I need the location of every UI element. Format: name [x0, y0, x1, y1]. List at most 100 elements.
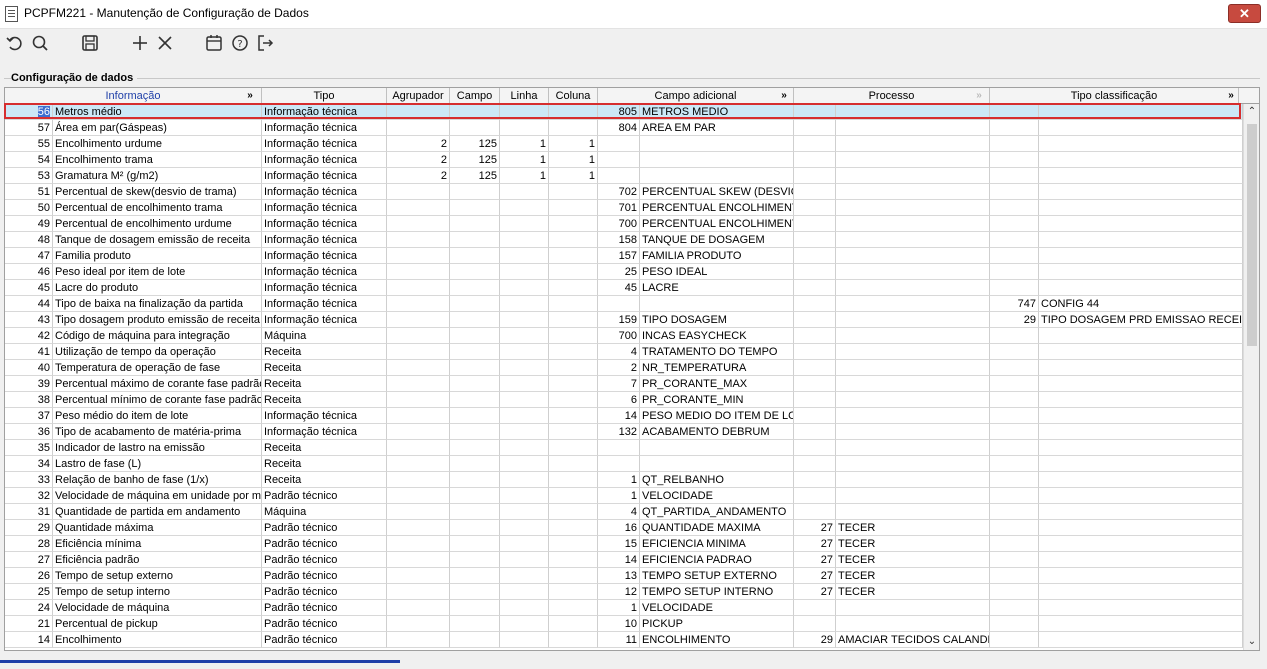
cell-processo-desc[interactable]: TECER — [836, 520, 990, 536]
cell-processo-code[interactable] — [794, 376, 836, 392]
cell-linha[interactable] — [500, 632, 549, 648]
cell-campo[interactable] — [450, 408, 500, 424]
cell-campo-adicional-code[interactable]: 16 — [598, 520, 640, 536]
cell-linha[interactable] — [500, 248, 549, 264]
cell-coluna[interactable]: 1 — [549, 168, 598, 184]
table-row[interactable]: 55 Encolhimento urdume Informação técnica 2… — [5, 136, 1243, 152]
refresh-icon[interactable] — [4, 32, 26, 54]
cell-tipo-classificacao-code[interactable] — [990, 152, 1039, 168]
cell-tipo[interactable]: Informação técnica — [262, 264, 387, 280]
cell-id[interactable]: 29 — [5, 520, 53, 536]
cell-tipo-classificacao-desc[interactable] — [1039, 104, 1243, 120]
cell-campo[interactable] — [450, 232, 500, 248]
table-row[interactable]: 37 Peso médio do item de lote Informação t… — [5, 408, 1243, 424]
cell-processo-code[interactable] — [794, 616, 836, 632]
header-agrupador[interactable]: Agrupador — [387, 88, 450, 103]
cell-coluna[interactable] — [549, 120, 598, 136]
cell-campo-adicional-code[interactable]: 1 — [598, 488, 640, 504]
cell-agrupador[interactable]: 2 — [387, 152, 450, 168]
cell-processo-desc[interactable]: TECER — [836, 584, 990, 600]
cell-campo[interactable] — [450, 328, 500, 344]
cell-agrupador[interactable] — [387, 520, 450, 536]
cell-agrupador[interactable] — [387, 200, 450, 216]
cell-processo-code[interactable] — [794, 312, 836, 328]
cell-campo-adicional-code[interactable]: 1 — [598, 600, 640, 616]
cell-campo-adicional-desc[interactable]: QT_PARTIDA_ANDAMENTO — [640, 504, 794, 520]
cell-id[interactable]: 32 — [5, 488, 53, 504]
cell-linha[interactable]: 1 — [500, 168, 549, 184]
cell-campo[interactable] — [450, 568, 500, 584]
cell-informacao[interactable]: Encolhimento — [53, 632, 262, 648]
cell-tipo-classificacao-desc[interactable] — [1039, 248, 1243, 264]
cell-processo-desc[interactable] — [836, 168, 990, 184]
cell-processo-code[interactable] — [794, 232, 836, 248]
cell-tipo-classificacao-desc[interactable] — [1039, 328, 1243, 344]
cell-id[interactable]: 55 — [5, 136, 53, 152]
cell-agrupador[interactable] — [387, 424, 450, 440]
cell-id[interactable]: 24 — [5, 600, 53, 616]
cell-campo-adicional-desc[interactable]: EFICIENCIA MINIMA — [640, 536, 794, 552]
cell-campo-adicional-code[interactable]: 45 — [598, 280, 640, 296]
cell-tipo-classificacao-desc[interactable] — [1039, 200, 1243, 216]
cell-processo-desc[interactable] — [836, 376, 990, 392]
cell-campo[interactable]: 125 — [450, 168, 500, 184]
vertical-scrollbar[interactable]: ⌃ ⌄ — [1243, 104, 1259, 650]
cell-agrupador[interactable] — [387, 344, 450, 360]
cell-tipo-classificacao-desc[interactable] — [1039, 184, 1243, 200]
cell-processo-desc[interactable] — [836, 344, 990, 360]
cell-processo-desc[interactable] — [836, 360, 990, 376]
cell-campo-adicional-desc[interactable]: INCAS EASYCHECK — [640, 328, 794, 344]
cell-processo-desc[interactable] — [836, 280, 990, 296]
cell-campo-adicional-desc[interactable]: PR_CORANTE_MIN — [640, 392, 794, 408]
cell-informacao[interactable]: Velocidade de máquina em unidade por min — [53, 488, 262, 504]
cell-campo[interactable] — [450, 376, 500, 392]
cell-campo-adicional-desc[interactable]: FAMILIA PRODUTO — [640, 248, 794, 264]
table-row[interactable]: 27 Eficiência padrão Padrão técnico 14 EFICI… — [5, 552, 1243, 568]
scroll-thumb[interactable] — [1247, 124, 1257, 346]
table-row[interactable]: 54 Encolhimento trama Informação técnica 2 1… — [5, 152, 1243, 168]
cell-agrupador[interactable] — [387, 456, 450, 472]
cell-tipo[interactable]: Informação técnica — [262, 120, 387, 136]
cell-agrupador[interactable] — [387, 408, 450, 424]
cell-informacao[interactable]: Relação de banho de fase (1/x) — [53, 472, 262, 488]
cell-tipo-classificacao-desc[interactable] — [1039, 568, 1243, 584]
header-campo[interactable]: Campo — [450, 88, 500, 103]
table-row[interactable]: 26 Tempo de setup externo Padrão técnico 13… — [5, 568, 1243, 584]
cell-tipo-classificacao-desc[interactable] — [1039, 584, 1243, 600]
cell-agrupador[interactable] — [387, 280, 450, 296]
cell-coluna[interactable] — [549, 232, 598, 248]
cell-informacao[interactable]: Lastro de fase (L) — [53, 456, 262, 472]
cell-tipo-classificacao-desc[interactable] — [1039, 152, 1243, 168]
cell-linha[interactable] — [500, 520, 549, 536]
cell-tipo-classificacao-code[interactable] — [990, 584, 1039, 600]
cell-campo[interactable] — [450, 520, 500, 536]
cell-linha[interactable] — [500, 408, 549, 424]
cell-campo[interactable] — [450, 536, 500, 552]
cell-tipo-classificacao-code[interactable] — [990, 616, 1039, 632]
cell-campo-adicional-code[interactable]: 132 — [598, 424, 640, 440]
cell-processo-desc[interactable] — [836, 104, 990, 120]
cell-informacao[interactable]: Temperatura de operação de fase — [53, 360, 262, 376]
cell-id[interactable]: 45 — [5, 280, 53, 296]
cell-processo-code[interactable] — [794, 136, 836, 152]
cell-processo-desc[interactable] — [836, 200, 990, 216]
table-row[interactable]: 31 Quantidade de partida em andamento Máqu… — [5, 504, 1243, 520]
cell-agrupador[interactable] — [387, 504, 450, 520]
cell-campo-adicional-code[interactable] — [598, 296, 640, 312]
cell-informacao[interactable]: Quantidade máxima — [53, 520, 262, 536]
cell-agrupador[interactable] — [387, 296, 450, 312]
cell-tipo-classificacao-code[interactable] — [990, 376, 1039, 392]
cell-agrupador[interactable] — [387, 584, 450, 600]
cell-campo[interactable] — [450, 504, 500, 520]
cell-id[interactable]: 54 — [5, 152, 53, 168]
cell-id[interactable]: 21 — [5, 616, 53, 632]
cell-id[interactable]: 33 — [5, 472, 53, 488]
cell-processo-code[interactable] — [794, 488, 836, 504]
cell-processo-code[interactable] — [794, 248, 836, 264]
cell-tipo-classificacao-code[interactable] — [990, 504, 1039, 520]
cell-id[interactable]: 25 — [5, 584, 53, 600]
cell-coluna[interactable] — [549, 296, 598, 312]
cell-processo-code[interactable]: 29 — [794, 632, 836, 648]
table-row[interactable]: 14 Encolhimento Padrão técnico 11 ENCOLHIMEN… — [5, 632, 1243, 648]
cell-campo-adicional-desc[interactable]: NR_TEMPERATURA — [640, 360, 794, 376]
